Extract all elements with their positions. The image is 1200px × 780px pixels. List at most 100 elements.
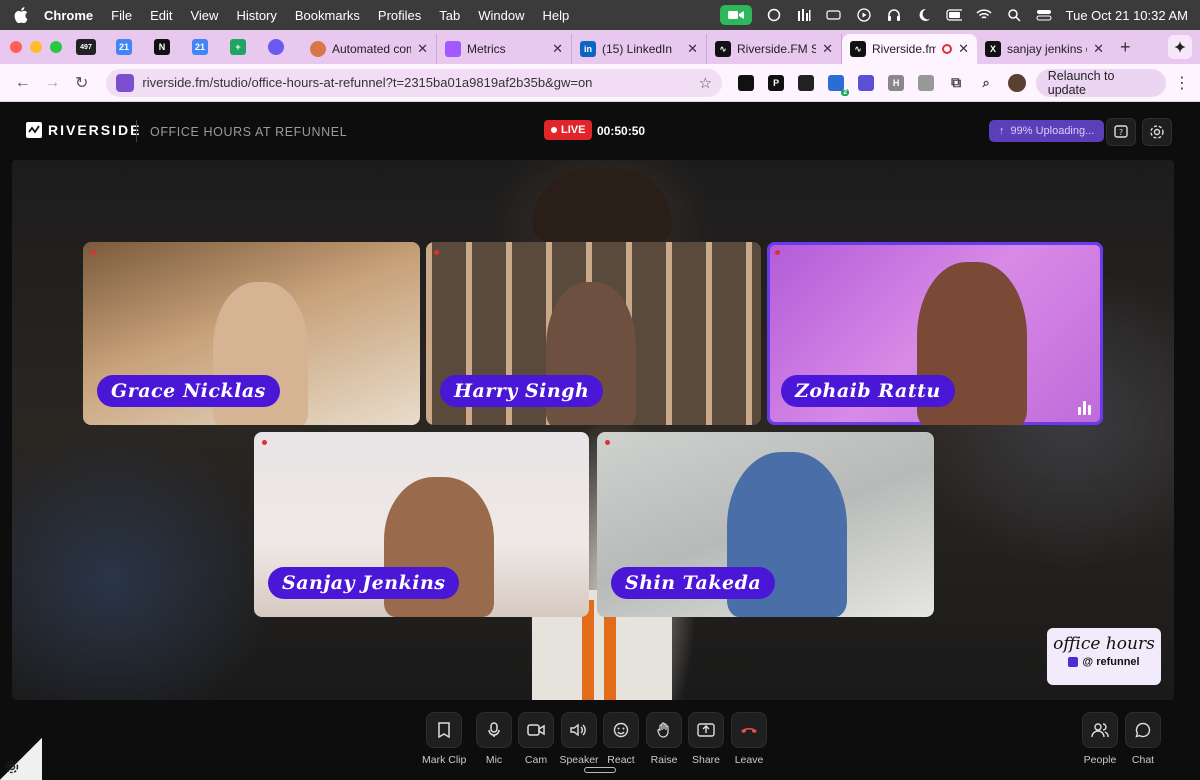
close-tab-icon[interactable]: ✕ <box>958 41 969 57</box>
relaunch-button[interactable]: Relaunch to update <box>1035 68 1166 97</box>
menu-app-name[interactable]: Chrome <box>44 8 93 23</box>
close-tab-icon[interactable]: ✕ <box>417 41 428 57</box>
menu-edit[interactable]: Edit <box>150 8 172 23</box>
participant-tile-active-speaker[interactable]: Zohaib Rattu <box>767 242 1103 425</box>
tab-search-icon[interactable]: ⌕ <box>978 75 994 91</box>
close-window-button[interactable] <box>10 41 22 53</box>
participant-tile[interactable]: Grace Nicklas <box>83 242 420 425</box>
new-tab-button[interactable]: + <box>1120 37 1131 58</box>
close-tab-icon[interactable]: ✕ <box>822 41 833 57</box>
mic-button[interactable]: Mic <box>472 712 516 766</box>
forward-button[interactable]: → <box>39 70 64 96</box>
tab-linkedin[interactable]: in (15) LinkedIn ✕ <box>572 34 707 64</box>
battery-icon[interactable] <box>946 8 962 22</box>
tab-metrics[interactable]: Metrics ✕ <box>437 34 572 64</box>
notion-icon: N <box>154 39 170 55</box>
site-info-icon[interactable] <box>116 73 135 92</box>
people-button[interactable]: People <box>1078 712 1122 766</box>
back-button[interactable]: ← <box>10 70 35 96</box>
tab-riverside-studio[interactable]: ∿ Riverside.FM Stu ✕ <box>707 34 842 64</box>
participant-tile[interactable]: Sanjay Jenkins <box>254 432 589 617</box>
scrollbar-handle[interactable] <box>584 767 616 773</box>
tab-x-search[interactable]: X sanjay jenkins o ✕ <box>977 34 1112 64</box>
pinned-tab-calendar-2[interactable]: 21 <box>188 35 212 59</box>
pinned-tab-calendar[interactable]: 21 <box>112 35 136 59</box>
control-center-icon[interactable] <box>1036 8 1052 22</box>
menu-kebab-icon[interactable]: ⋮ <box>1174 73 1190 93</box>
menu-tab[interactable]: Tab <box>439 8 460 23</box>
tab-title: sanjay jenkins o <box>1007 42 1088 56</box>
bookmark-star-icon[interactable]: ☆ <box>699 74 712 92</box>
pinned-tab-linear[interactable] <box>264 35 288 59</box>
reload-button[interactable]: ↻ <box>69 70 94 96</box>
headphones-icon[interactable] <box>886 8 902 22</box>
tab-title: Riverside.FM Stu <box>737 42 816 56</box>
pinned-tab-gmail[interactable]: 497 <box>74 35 98 59</box>
recording-timer: 00:50:50 <box>597 124 646 138</box>
openai-icon[interactable] <box>766 8 782 22</box>
participant-name-tag: Zohaib Rattu <box>781 375 955 407</box>
gemini-icon[interactable] <box>1168 35 1192 59</box>
browser-toolbar: ← → ↻ riverside.fm/studio/office-hours-a… <box>0 64 1200 102</box>
extension-icon[interactable] <box>858 74 875 91</box>
menu-file[interactable]: File <box>111 8 132 23</box>
share-button[interactable]: Share <box>684 712 728 766</box>
pinned-tab-sheets[interactable]: + <box>226 35 250 59</box>
menu-help[interactable]: Help <box>543 8 570 23</box>
tab-riverside-active[interactable]: ∿ Riverside.fm ✕ <box>842 34 977 64</box>
minimize-window-button[interactable] <box>30 41 42 53</box>
extension-icon[interactable] <box>738 74 755 91</box>
audio-meter-icon[interactable] <box>796 8 812 22</box>
url-text[interactable]: riverside.fm/studio/office-hours-at-refu… <box>142 75 698 90</box>
menu-view[interactable]: View <box>190 8 218 23</box>
camera-extension-icon[interactable] <box>918 74 935 91</box>
participant-tile[interactable]: Shin Takeda <box>597 432 934 617</box>
camera-button[interactable]: Cam <box>514 712 558 766</box>
zoom-window-button[interactable] <box>50 41 62 53</box>
help-button[interactable]: ? <box>1106 118 1136 146</box>
control-label: Chat <box>1131 754 1155 766</box>
menubar-status-area: Tue Oct 21 10:32 AM <box>719 5 1188 25</box>
riverside-logo[interactable]: RIVERSIDE <box>26 122 141 138</box>
speaker-button[interactable]: Speaker <box>557 712 601 766</box>
close-tab-icon[interactable]: ✕ <box>687 41 698 57</box>
participant-name-tag: Sanjay Jenkins <box>268 567 460 599</box>
mark-clip-button[interactable]: Mark Clip <box>422 712 466 766</box>
menu-window[interactable]: Window <box>478 8 524 23</box>
settings-button[interactable] <box>1142 118 1172 146</box>
camera-in-use-icon[interactable] <box>719 5 752 25</box>
play-icon[interactable] <box>856 8 872 22</box>
avatar[interactable] <box>1008 73 1026 92</box>
producthunt-icon[interactable]: P <box>768 74 785 91</box>
react-button[interactable]: React <box>599 712 643 766</box>
puzzle-icon[interactable]: ⧉ <box>948 74 964 91</box>
participant-tile[interactable]: Harry Singh <box>426 242 761 425</box>
apple-icon[interactable] <box>12 6 30 24</box>
menu-history[interactable]: History <box>236 8 276 23</box>
window-controls <box>10 41 62 53</box>
close-tab-icon[interactable]: ✕ <box>552 41 563 57</box>
menu-bookmarks[interactable]: Bookmarks <box>295 8 360 23</box>
leave-button[interactable]: Leave <box>727 712 771 766</box>
control-label: Cam <box>524 754 548 766</box>
search-icon[interactable] <box>1006 8 1022 22</box>
address-bar[interactable]: riverside.fm/studio/office-hours-at-refu… <box>106 68 723 97</box>
extension-icon[interactable]: H <box>888 74 905 91</box>
tab-automated-comp[interactable]: Automated comp ✕ <box>302 34 437 64</box>
pinned-tab-notion[interactable]: N <box>150 35 174 59</box>
menu-profiles[interactable]: Profiles <box>378 8 421 23</box>
wifi-icon[interactable] <box>976 8 992 22</box>
menubar-clock[interactable]: Tue Oct 21 10:32 AM <box>1066 8 1188 23</box>
moon-icon[interactable] <box>916 8 932 22</box>
speaker-icon <box>570 723 586 737</box>
upload-status-button[interactable]: ↑ 99% Uploading... <box>989 120 1105 142</box>
raise-hand-button[interactable]: Raise <box>642 712 686 766</box>
settings-corner[interactable] <box>0 738 42 780</box>
chat-button[interactable]: Chat <box>1121 712 1165 766</box>
battery-status-icon[interactable] <box>826 8 842 22</box>
close-tab-icon[interactable]: ✕ <box>1093 41 1104 57</box>
control-label: People <box>1083 754 1117 766</box>
logo-line-1: office hours <box>1053 634 1155 654</box>
extension-icon[interactable] <box>798 74 815 91</box>
extension-icon[interactable]: 2 <box>828 74 850 96</box>
